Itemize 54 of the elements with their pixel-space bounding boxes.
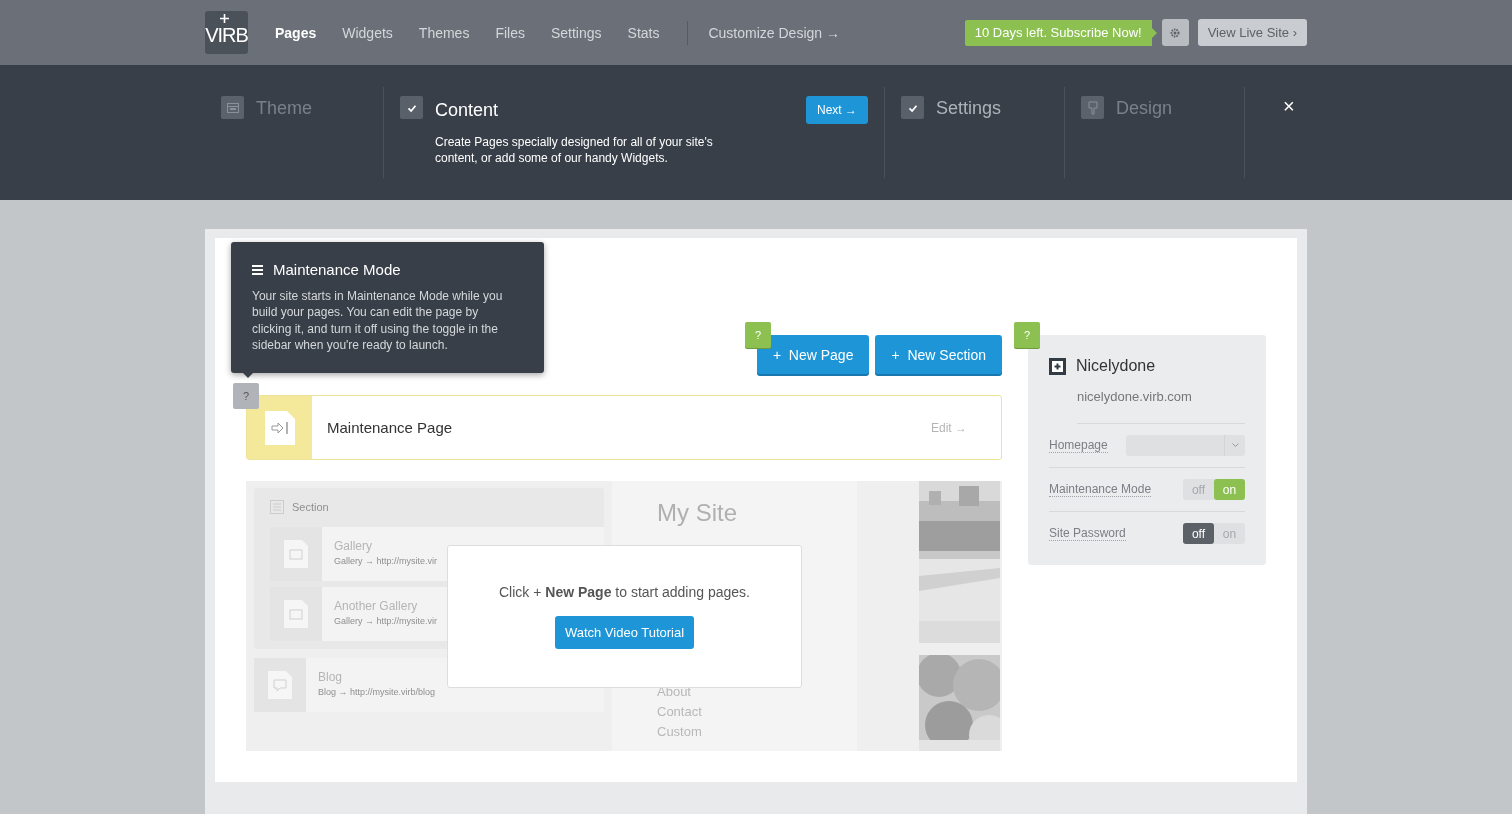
page-icon [264,410,295,445]
brush-icon [1087,100,1098,115]
next-button[interactable]: Next → [806,96,868,124]
caret-icon [1231,443,1239,448]
step-tab[interactable]: Settings [936,96,1002,120]
tooltip-title: Maintenance Mode [273,261,401,278]
edit-link[interactable]: Edit → [925,419,973,436]
page-title: Blog [318,670,344,684]
nav-tab[interactable]: Stats [627,24,660,41]
list-icon [270,500,284,514]
field-label: Homepage [1049,438,1108,453]
step-tab[interactable]: Content [435,98,499,122]
nav-tab[interactable]: Themes [418,24,470,41]
menu-icon [252,264,263,275]
subscribe-badge[interactable]: 10 Days left. Subscribe Now! [964,19,1152,46]
page-title: Maintenance Page [327,419,454,436]
nav-tab[interactable]: Settings [550,24,602,41]
nav-tab[interactable]: Widgets [342,24,393,41]
maintenance-page-row[interactable]: Maintenance Page Edit → [246,395,1002,460]
add-button[interactable]: + New Section [875,335,1002,374]
page-title: Gallery [334,539,373,553]
field-label: Maintenance Mode [1049,482,1152,497]
site-name: Nicelydone [1076,357,1156,375]
layout-icon [226,102,239,113]
settings-icon [1169,26,1182,39]
help-button[interactable]: ? [1014,322,1040,348]
site-url: nicelydone.virb.com [1077,389,1245,424]
comment-icon [268,671,292,699]
step-tab[interactable]: Design [1116,96,1173,120]
watch-video-tutorial-button[interactable]: Watch Video Tutorial [554,616,695,649]
nav-tab[interactable]: Files [495,24,525,41]
toggle-switch[interactable]: off on [1183,479,1245,500]
field-label: Site Password [1049,526,1126,541]
customize-link[interactable]: Customize Design → [708,24,840,41]
add-icon [1049,357,1066,375]
page-url: Gallery → http://mysite.vir [334,556,439,566]
site-title: My Site [657,499,738,527]
nav-tab[interactable]: Pages [275,24,317,41]
settings-button[interactable] [1161,19,1189,46]
help-button[interactable]: ? [233,383,259,409]
image-page-icon [284,600,308,628]
page-title: Another Gallery [334,599,419,613]
view-live-site-button[interactable]: View Live Site › [1197,19,1307,46]
step-description: Create Pages specially designed for all of your site's content, or add some of our handy Widgets. [435,134,714,166]
image-page-icon [284,540,308,568]
close-button[interactable]: × [1283,95,1295,118]
logo[interactable]: VIRB [205,11,248,54]
empty-state-message: Click + New Page to start adding pages. [499,584,750,600]
page-url: Gallery → http://mysite.vir [334,616,439,626]
help-button[interactable]: ? [745,322,771,348]
page-url: Blog → http://mysite.virb/blog [318,687,437,697]
step-tab[interactable]: Theme [256,96,313,120]
section-label: Section [292,501,329,513]
tooltip-text: Your site starts in Maintenance Mode while you build your pages. You can edit the page by clicking it, and turn it off using the toggle in the sidebar when you're ready to launch. [252,288,504,354]
